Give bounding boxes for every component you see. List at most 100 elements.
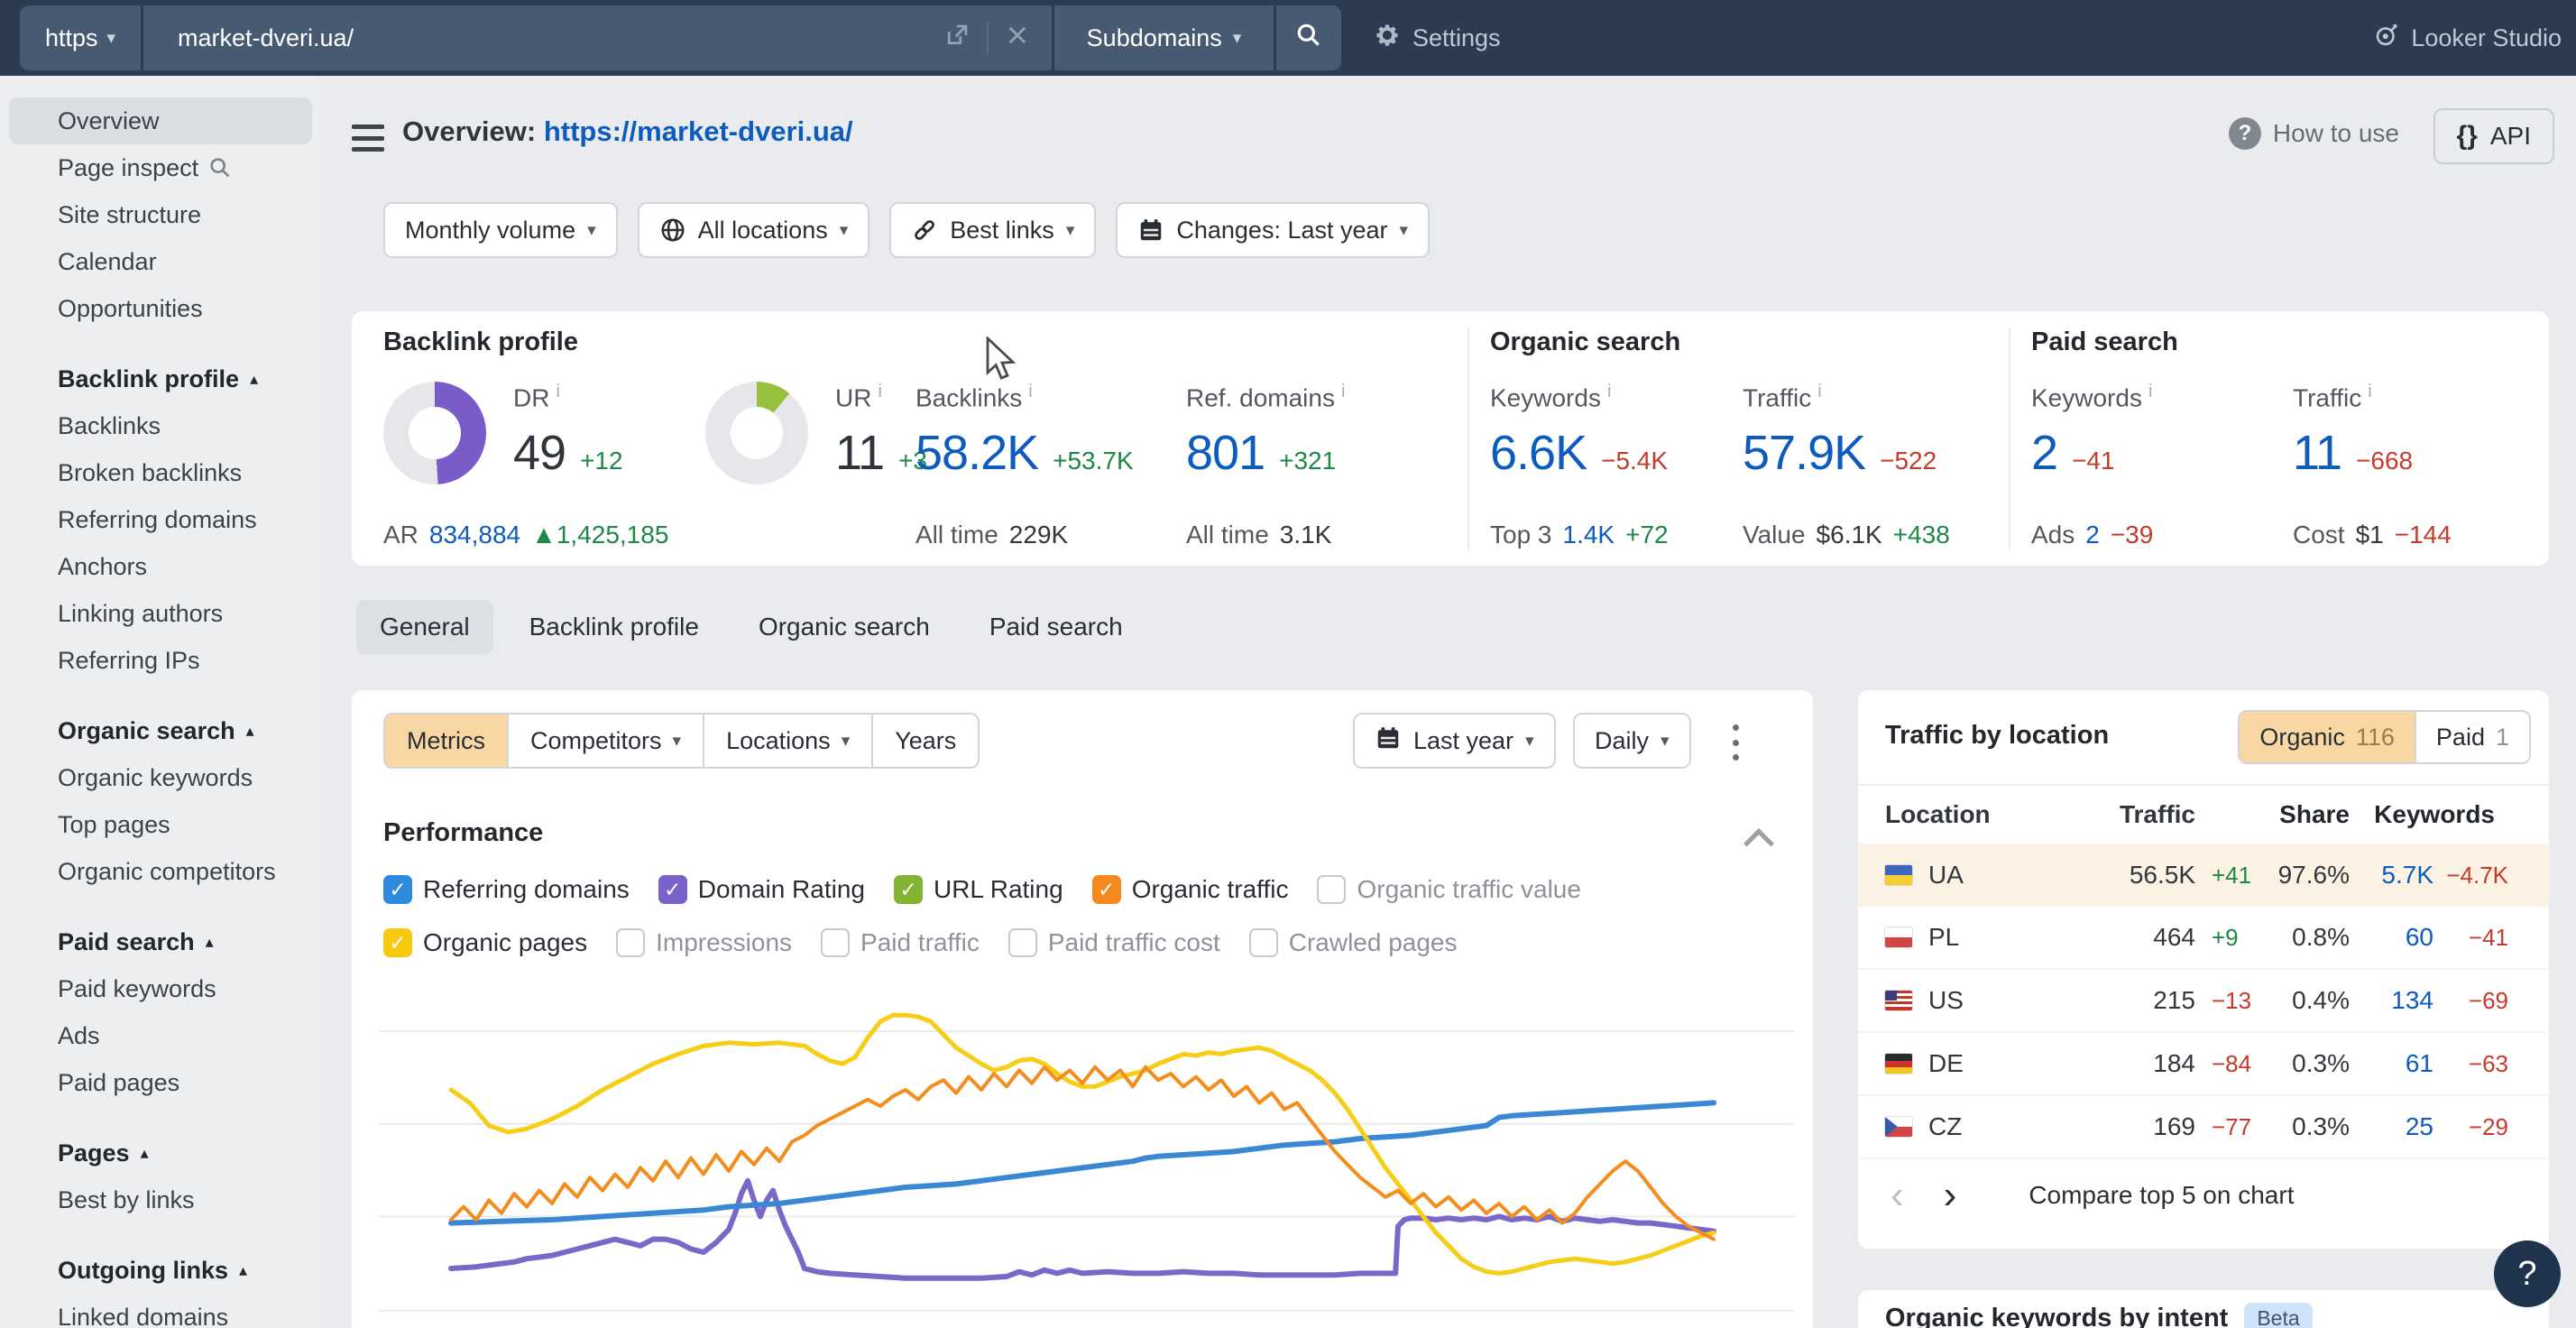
compare-top5-link[interactable]: Compare top 5 on chart: [2029, 1181, 2294, 1210]
sidebar-section-outgoing-links[interactable]: Outgoing links▴: [9, 1247, 312, 1294]
settings-button[interactable]: Settings: [1373, 0, 1501, 76]
chevron-down-icon: ▾: [842, 731, 851, 752]
metric-checkbox-organic-traffic-value[interactable]: Organic traffic value: [1317, 875, 1581, 904]
sidebar-section-pages[interactable]: Pages▴: [9, 1130, 312, 1176]
stat-footer-part: Cost: [2293, 521, 2345, 549]
traffic-value: 56.5K: [2087, 861, 2195, 890]
info-icon[interactable]: i: [2368, 382, 2371, 401]
column-header-keywords[interactable]: Keywords: [2350, 800, 2495, 829]
column-header-traffic[interactable]: Traffic: [2087, 800, 2195, 829]
tab-general[interactable]: General: [356, 600, 493, 654]
sidebar-item-anchors[interactable]: Anchors: [9, 543, 312, 590]
segment-years[interactable]: Years: [871, 715, 978, 767]
filter-changes-last-year[interactable]: Changes: Last year▾: [1116, 202, 1430, 258]
sidebar-section-organic-search[interactable]: Organic search▴: [9, 707, 312, 754]
checkbox-label: Impressions: [656, 928, 792, 957]
info-icon[interactable]: i: [1817, 382, 1821, 401]
help-button[interactable]: ?: [2494, 1240, 2561, 1307]
clear-url-icon[interactable]: [1005, 23, 1030, 54]
sidebar-item-backlinks[interactable]: Backlinks: [9, 402, 312, 449]
column-header-share[interactable]: Share: [2195, 800, 2350, 829]
location-row-pl[interactable]: PL464+90.8%60−41: [1858, 907, 2549, 970]
tab-backlink-profile[interactable]: Backlink profile: [506, 600, 722, 654]
metric-checkbox-organic-traffic[interactable]: ✓Organic traffic: [1092, 875, 1289, 904]
protocol-label: https: [45, 24, 98, 52]
sidebar-item-opportunities[interactable]: Opportunities: [9, 285, 312, 332]
sidebar-item-referring-domains[interactable]: Referring domains: [9, 496, 312, 543]
sidebar-item-best-by-links[interactable]: Best by links: [9, 1176, 312, 1223]
metric-checkbox-crawled-pages[interactable]: Crawled pages: [1249, 928, 1458, 957]
sidebar-item-linked-domains[interactable]: Linked domains: [9, 1294, 312, 1328]
more-options-kebab-icon[interactable]: [1719, 724, 1752, 761]
how-to-use-button[interactable]: ? How to use: [2229, 117, 2399, 150]
info-icon[interactable]: i: [1607, 382, 1611, 401]
tab-paid-search[interactable]: Paid search: [966, 600, 1146, 654]
sidebar-item-overview[interactable]: Overview: [9, 97, 312, 144]
stat-keywords: Keywordsi6.6K−5.4K: [1490, 382, 1668, 481]
menu-hamburger-icon[interactable]: [352, 124, 384, 152]
segment-metrics[interactable]: Metrics: [385, 715, 507, 767]
sidebar-section-paid-search[interactable]: Paid search▴: [9, 918, 312, 965]
filter-all-locations[interactable]: All locations▾: [638, 202, 870, 258]
info-icon[interactable]: i: [1028, 382, 1032, 401]
metric-checkbox-organic-pages[interactable]: ✓Organic pages: [383, 928, 587, 957]
subdomains-dropdown[interactable]: Subdomains ▾: [1054, 5, 1274, 70]
sidebar-item-page-inspect[interactable]: Page inspect: [9, 144, 312, 191]
api-button[interactable]: {} API: [2433, 108, 2555, 164]
stat-value: 57.9K: [1743, 425, 1865, 481]
toggle-paid[interactable]: Paid1: [2415, 712, 2529, 762]
metric-checkbox-impressions[interactable]: Impressions: [616, 928, 792, 957]
sidebar-item-organic-keywords[interactable]: Organic keywords: [9, 754, 312, 801]
location-row-de[interactable]: DE184−840.3%61−63: [1858, 1033, 2549, 1096]
metric-checkbox-domain-rating[interactable]: ✓Domain Rating: [658, 875, 865, 904]
collapse-section-icon[interactable]: [1743, 828, 1774, 859]
metric-checkbox-url-rating[interactable]: ✓URL Rating: [894, 875, 1063, 904]
metric-checkbox-paid-traffic-cost[interactable]: Paid traffic cost: [1008, 928, 1220, 957]
sidebar-item-referring-ips[interactable]: Referring IPs: [9, 637, 312, 684]
performance-chart[interactable]: [379, 974, 1795, 1328]
sidebar-item-calendar[interactable]: Calendar: [9, 238, 312, 285]
prev-page-icon[interactable]: ‹: [1891, 1176, 1904, 1215]
metric-checkbox-row: ✓Referring domains ✓Domain Rating ✓URL Rat…: [383, 875, 1581, 904]
info-icon[interactable]: i: [2148, 382, 2152, 401]
next-page-icon[interactable]: ›: [1944, 1176, 1957, 1215]
protocol-dropdown[interactable]: https ▾: [20, 5, 141, 70]
sidebar-item-broken-backlinks[interactable]: Broken backlinks: [9, 449, 312, 496]
segment-competitors[interactable]: Competitors▾: [507, 715, 703, 767]
metric-checkbox-referring-domains[interactable]: ✓Referring domains: [383, 875, 630, 904]
country-code: CZ: [1928, 1112, 1962, 1141]
location-table-header: LocationTrafficShareKeywords: [1858, 784, 2549, 844]
toggle-organic[interactable]: Organic116: [2240, 712, 2415, 762]
sidebar-section-backlink-profile[interactable]: Backlink profile▴: [9, 355, 312, 402]
traffic-delta: −13: [2195, 987, 2273, 1015]
location-row-ua[interactable]: UA56.5K+4197.6%5.7K−4.7K: [1858, 844, 2549, 907]
keywords-delta: −69: [2433, 987, 2508, 1015]
looker-studio-button[interactable]: Looker Studio: [2373, 0, 2562, 76]
location-row-us[interactable]: US215−130.4%134−69: [1858, 970, 2549, 1033]
sidebar-item-paid-keywords[interactable]: Paid keywords: [9, 965, 312, 1012]
tab-organic-search[interactable]: Organic search: [735, 600, 953, 654]
filter-monthly-volume[interactable]: Monthly volume▾: [383, 202, 618, 258]
info-icon[interactable]: i: [1341, 382, 1345, 401]
sidebar-item-paid-pages[interactable]: Paid pages: [9, 1059, 312, 1106]
segment-locations[interactable]: Locations▾: [703, 715, 871, 767]
share-value: 0.4%: [2273, 986, 2350, 1015]
sidebar-item-organic-competitors[interactable]: Organic competitors: [9, 848, 312, 895]
sidebar-section-label: Paid search: [58, 928, 195, 956]
sidebar-item-top-pages[interactable]: Top pages: [9, 801, 312, 848]
target-url-input[interactable]: market-dveri.ua/: [143, 5, 1052, 70]
metric-checkbox-paid-traffic[interactable]: Paid traffic: [821, 928, 980, 957]
filter-best-links[interactable]: Best links▾: [889, 202, 1096, 258]
target-domain-link[interactable]: https://market-dveri.ua/: [544, 115, 853, 147]
info-icon[interactable]: i: [556, 382, 559, 401]
sidebar-item-ads[interactable]: Ads: [9, 1012, 312, 1059]
date-range-button[interactable]: Last year ▾: [1353, 713, 1556, 769]
column-header-location[interactable]: Location: [1858, 800, 2087, 829]
sidebar-item-linking-authors[interactable]: Linking authors: [9, 590, 312, 637]
sidebar-item-site-structure[interactable]: Site structure: [9, 191, 312, 238]
location-row-cz[interactable]: CZ169−770.3%25−29: [1858, 1096, 2549, 1159]
open-external-icon[interactable]: [943, 22, 971, 55]
search-button[interactable]: [1276, 5, 1341, 70]
granularity-button[interactable]: Daily ▾: [1573, 713, 1691, 769]
info-icon[interactable]: i: [878, 382, 881, 401]
